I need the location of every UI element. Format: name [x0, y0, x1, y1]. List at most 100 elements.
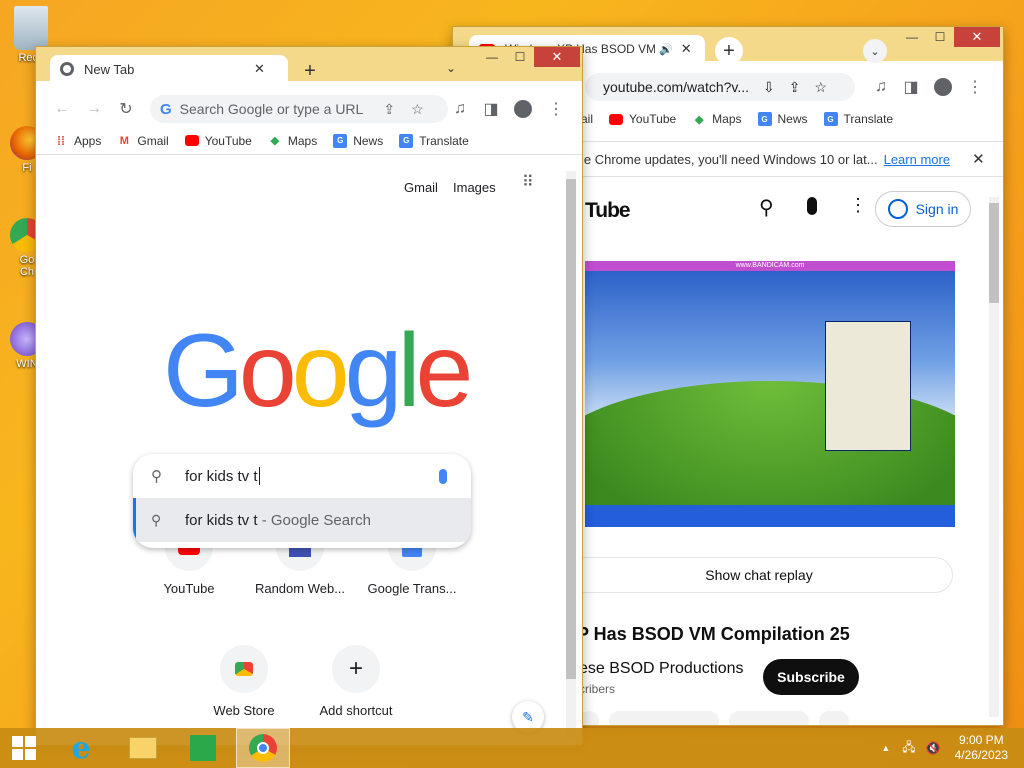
- shortcut-add[interactable]: + Add shortcut: [306, 645, 406, 718]
- learn-more-link[interactable]: Learn more: [884, 152, 950, 167]
- menu-icon[interactable]: ⋮: [542, 95, 570, 123]
- bookmark-star-icon[interactable]: ☆: [815, 79, 828, 96]
- bookmark-news[interactable]: G News: [333, 133, 383, 148]
- profile-icon[interactable]: [509, 95, 537, 123]
- maximize-button[interactable]: ☐: [506, 47, 534, 67]
- new-tab-button[interactable]: +: [715, 37, 743, 65]
- clock[interactable]: 9:00 PM 4/26/2023: [955, 733, 1008, 763]
- sign-in-button[interactable]: Sign in: [875, 191, 971, 227]
- search-input[interactable]: ⚲ for kids tv t: [133, 454, 471, 498]
- youtube-icon: [609, 113, 624, 125]
- clock-time: 9:00 PM: [958, 733, 1004, 747]
- taskbar-file-explorer[interactable]: [116, 728, 170, 768]
- share-icon[interactable]: ⇪: [383, 101, 395, 118]
- more-options-icon[interactable]: ⋮: [849, 195, 867, 216]
- volume-muted-icon[interactable]: 🔇: [926, 741, 941, 755]
- scrollbar[interactable]: [566, 171, 576, 739]
- bookmark-news[interactable]: G News: [757, 112, 808, 126]
- header-link-images[interactable]: Images: [453, 180, 496, 195]
- google-g-icon: G: [160, 100, 172, 118]
- media-icon[interactable]: ♫: [446, 95, 474, 123]
- chrome-icon: [60, 62, 74, 76]
- tab-search-button[interactable]: ⌄: [446, 61, 456, 75]
- browser-window-new-tab: New Tab ✕ + ⌄ — ☐ ✕ ← → ↻ G Search Googl…: [35, 46, 583, 746]
- header-link-gmail[interactable]: Gmail: [404, 180, 438, 195]
- bookmark-apps[interactable]: ⁞⁞ Apps: [54, 134, 101, 148]
- menu-icon[interactable]: ⋮: [961, 73, 989, 101]
- minimize-button[interactable]: —: [898, 27, 926, 47]
- bookmark-translate[interactable]: G Translate: [823, 112, 893, 126]
- speaker-icon: 🔊: [659, 43, 673, 56]
- scrollbar-thumb[interactable]: [989, 203, 999, 303]
- maximize-button[interactable]: ☐: [926, 27, 954, 47]
- translate-icon: G: [399, 133, 414, 148]
- minimize-button[interactable]: —: [478, 47, 506, 67]
- channel-name[interactable]: ese BSOD Productions: [579, 660, 744, 678]
- close-button[interactable]: ✕: [954, 27, 1000, 47]
- taskbar-chrome[interactable]: [236, 728, 290, 768]
- omnibox[interactable]: G Search Google or type a URL ⇪ ☆: [150, 95, 448, 123]
- web-store-icon: [220, 645, 268, 693]
- subscribe-button[interactable]: Subscribe: [763, 659, 859, 695]
- reload-icon[interactable]: ↻: [112, 95, 140, 123]
- share-icon[interactable]: ⇪: [789, 79, 801, 96]
- network-icon[interactable]: 🖧: [902, 738, 915, 759]
- omnibox[interactable]: youtube.com/watch?v... ⇩ ⇪ ☆: [585, 73, 855, 101]
- bookmarks-bar: ⁞⁞ Apps M Gmail YouTube ◆ Maps G News G Trans…: [36, 127, 582, 155]
- close-tab-icon[interactable]: ✕: [254, 61, 265, 77]
- bookmark-star-icon[interactable]: ☆: [411, 101, 424, 118]
- close-infobar-icon[interactable]: ✕: [972, 150, 985, 168]
- youtube-icon: [184, 135, 199, 146]
- forward-icon[interactable]: →: [80, 95, 108, 123]
- tab-title: New Tab: [84, 61, 135, 77]
- suggestion-item[interactable]: ⚲ for kids tv t - Google Search: [133, 498, 471, 542]
- scrollbar-thumb[interactable]: [566, 179, 576, 679]
- show-hidden-icons[interactable]: ▲: [881, 743, 890, 753]
- apps-grid-icon: ⁞⁞: [57, 133, 65, 148]
- taskbar-ie[interactable]: e: [54, 728, 108, 768]
- video-player[interactable]: www.BANDICAM.com: [585, 261, 955, 527]
- internet-explorer-icon: e: [71, 730, 91, 766]
- start-button[interactable]: [0, 728, 48, 768]
- omnibox-placeholder: Search Google or type a URL: [179, 101, 364, 117]
- install-icon[interactable]: ⇩: [763, 79, 775, 96]
- back-icon[interactable]: ←: [48, 95, 76, 123]
- video-title: P Has BSOD VM Compilation 25: [577, 624, 850, 644]
- apps-grid-icon[interactable]: ⠿: [522, 175, 535, 191]
- plus-icon: +: [332, 645, 380, 693]
- side-panel-icon[interactable]: ◨: [897, 73, 925, 101]
- chrome-icon: [249, 734, 277, 762]
- search-icon[interactable]: ⚲: [759, 195, 774, 220]
- side-panel-icon[interactable]: ◨: [477, 95, 505, 123]
- profile-icon[interactable]: [929, 73, 957, 101]
- microphone-icon[interactable]: [807, 197, 817, 215]
- url-text: youtube.com/watch?v...: [603, 79, 750, 95]
- new-tab-button[interactable]: +: [298, 59, 322, 83]
- tab-search-button[interactable]: ⌄: [863, 39, 887, 63]
- video-taskbar: [585, 505, 955, 527]
- shortcut-web-store[interactable]: Web Store: [194, 645, 294, 718]
- shortcut-label: YouTube: [163, 581, 215, 596]
- bookmark-maps[interactable]: ◆ Maps: [692, 112, 742, 126]
- bookmark-youtube[interactable]: YouTube: [609, 112, 676, 126]
- scrollbar[interactable]: [989, 197, 999, 717]
- youtube-logo[interactable]: Tube: [585, 199, 631, 223]
- clock-date: 4/26/2023: [954, 748, 1008, 762]
- window-controls: — ☐ ✕: [898, 27, 1000, 47]
- window-controls: — ☐ ✕: [478, 47, 580, 67]
- microphone-icon[interactable]: [439, 468, 447, 484]
- taskbar-store[interactable]: [176, 728, 230, 768]
- close-button[interactable]: ✕: [534, 47, 580, 67]
- bookmark-maps[interactable]: ◆ Maps: [268, 134, 318, 148]
- suggestion-suffix: - Google Search: [257, 511, 371, 529]
- suggestion-query: for kids tv t: [185, 511, 258, 529]
- action-chips: [579, 711, 979, 725]
- media-icon[interactable]: ♫: [867, 73, 895, 101]
- tab-new-tab[interactable]: New Tab ✕: [50, 55, 288, 83]
- subscriber-count: cribers: [579, 682, 616, 696]
- bookmark-translate[interactable]: G Translate: [399, 133, 469, 148]
- bookmark-gmail[interactable]: M Gmail: [117, 134, 169, 148]
- show-chat-replay-button[interactable]: Show chat replay: [565, 557, 953, 593]
- bookmark-youtube[interactable]: YouTube: [184, 134, 252, 148]
- close-tab-icon[interactable]: ✕: [681, 41, 692, 57]
